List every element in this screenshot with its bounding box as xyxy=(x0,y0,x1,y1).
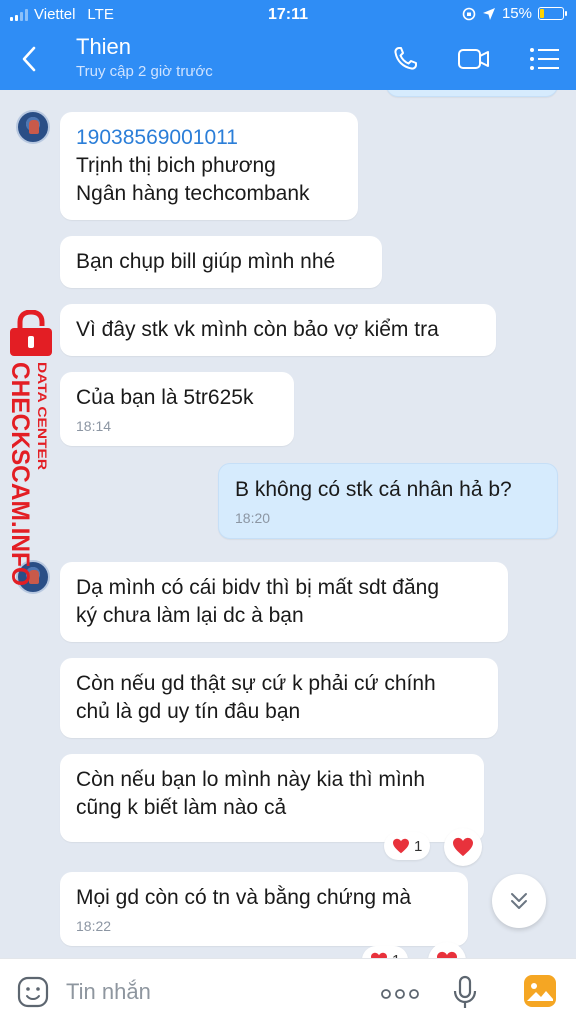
last-seen-status: Truy cập 2 giờ trước xyxy=(76,63,213,80)
message-bubble[interactable]: Mọi gd còn có tn và bằng chứng mà 18:22 xyxy=(60,872,468,946)
watermark-brand: CHECKSCAM.INFO xyxy=(6,362,34,586)
reaction-count: 1 xyxy=(414,837,423,855)
options-menu-icon[interactable] xyxy=(528,44,562,74)
message-bubble[interactable]: 19038569001011 Trịnh thị bich phương Ngâ… xyxy=(60,112,358,220)
microphone-icon[interactable] xyxy=(452,975,478,1011)
message-bubble-cutoff[interactable] xyxy=(386,90,558,97)
message-text: Vì đây stk vk mình còn bảo vợ kiểm tra xyxy=(76,318,439,341)
heart-icon xyxy=(453,837,473,857)
message-composer: Tin nhắn xyxy=(0,958,576,1024)
video-call-icon[interactable] xyxy=(457,44,491,74)
watermark-tag-text: DATA CENTER xyxy=(35,362,49,470)
message-text: Trịnh thị bich phương xyxy=(76,154,276,177)
status-bar: Viettel LTE 17:11 15% xyxy=(0,0,576,30)
message-bubble[interactable]: Vì đây stk vk mình còn bảo vợ kiểm tra xyxy=(60,304,496,356)
react-heart-button[interactable] xyxy=(444,828,482,866)
battery-icon xyxy=(538,7,567,20)
image-gallery-icon[interactable] xyxy=(522,973,558,1009)
watermark-tag: DATA CENTER xyxy=(35,362,49,470)
message-text: chủ là gd uy tín đâu bạn xyxy=(76,700,301,723)
message-bubble[interactable]: Còn nếu bạn lo mình này kia thì mình cũn… xyxy=(60,754,484,842)
top-bar: Viettel LTE 17:11 15% Thien Truy cập 2 g… xyxy=(0,0,576,90)
message-text: Ngân hàng techcombank xyxy=(76,182,310,205)
message-text: Bạn chụp bill giúp mình nhé xyxy=(76,250,336,273)
back-arrow-icon[interactable] xyxy=(16,44,44,74)
reaction-count-badge[interactable]: 1 xyxy=(384,832,431,860)
account-number-link[interactable]: 19038569001011 xyxy=(76,124,342,152)
message-bubble[interactable]: Dạ mình có cái bidv thì bị mất sdt đăng … xyxy=(60,562,508,642)
my-message-bubble[interactable]: B không có stk cá nhân hả b? 18:20 xyxy=(218,463,558,539)
message-text: Còn nếu gd thật sự cứ k phải cứ chính xyxy=(76,672,436,695)
message-input[interactable]: Tin nhắn xyxy=(66,979,151,1005)
chevron-double-down-icon xyxy=(511,893,527,909)
message-text: Mọi gd còn có tn và bằng chứng mà xyxy=(76,886,412,909)
message-text: Còn nếu bạn lo mình này kia thì mình xyxy=(76,768,426,791)
message-text: cũng k biết làm nào cả xyxy=(76,796,287,819)
phone-call-icon[interactable] xyxy=(390,44,424,74)
rotation-lock-icon xyxy=(462,7,476,20)
chat-area[interactable]: 19038569001011 Trịnh thị bich phương Ngâ… xyxy=(0,90,576,958)
more-options-icon[interactable] xyxy=(380,989,420,999)
message-bubble[interactable]: Của bạn là 5tr625k 18:14 xyxy=(60,372,294,446)
message-text: Dạ mình có cái bidv thì bị mất sdt đăng xyxy=(76,576,440,599)
contact-name[interactable]: Thien xyxy=(76,34,131,60)
battery-percent: 15% xyxy=(501,5,532,22)
reaction-count-badge[interactable]: 1 xyxy=(362,946,409,958)
message-bubble[interactable]: Bạn chụp bill giúp mình nhé xyxy=(60,236,382,288)
sticker-emoji-icon[interactable] xyxy=(16,975,50,1009)
message-time: 18:20 xyxy=(235,510,271,526)
message-text: Của bạn là 5tr625k xyxy=(76,386,254,409)
heart-icon xyxy=(393,838,409,854)
message-bubble[interactable]: Còn nếu gd thật sự cứ k phải cứ chính ch… xyxy=(60,658,498,738)
padlock-watermark-icon xyxy=(10,310,52,356)
watermark-brand-text: CHECKSCAM.INFO xyxy=(6,362,34,586)
message-time: 18:22 xyxy=(76,918,112,934)
heart-icon xyxy=(437,951,457,958)
message-text: ký chưa làm lại dc à bạn xyxy=(76,604,304,627)
location-icon xyxy=(482,7,495,20)
contact-avatar[interactable] xyxy=(16,110,50,144)
message-time: 18:14 xyxy=(76,418,112,434)
message-text: B không có stk cá nhân hả b? xyxy=(235,478,512,501)
scroll-to-bottom-button[interactable] xyxy=(492,874,546,928)
